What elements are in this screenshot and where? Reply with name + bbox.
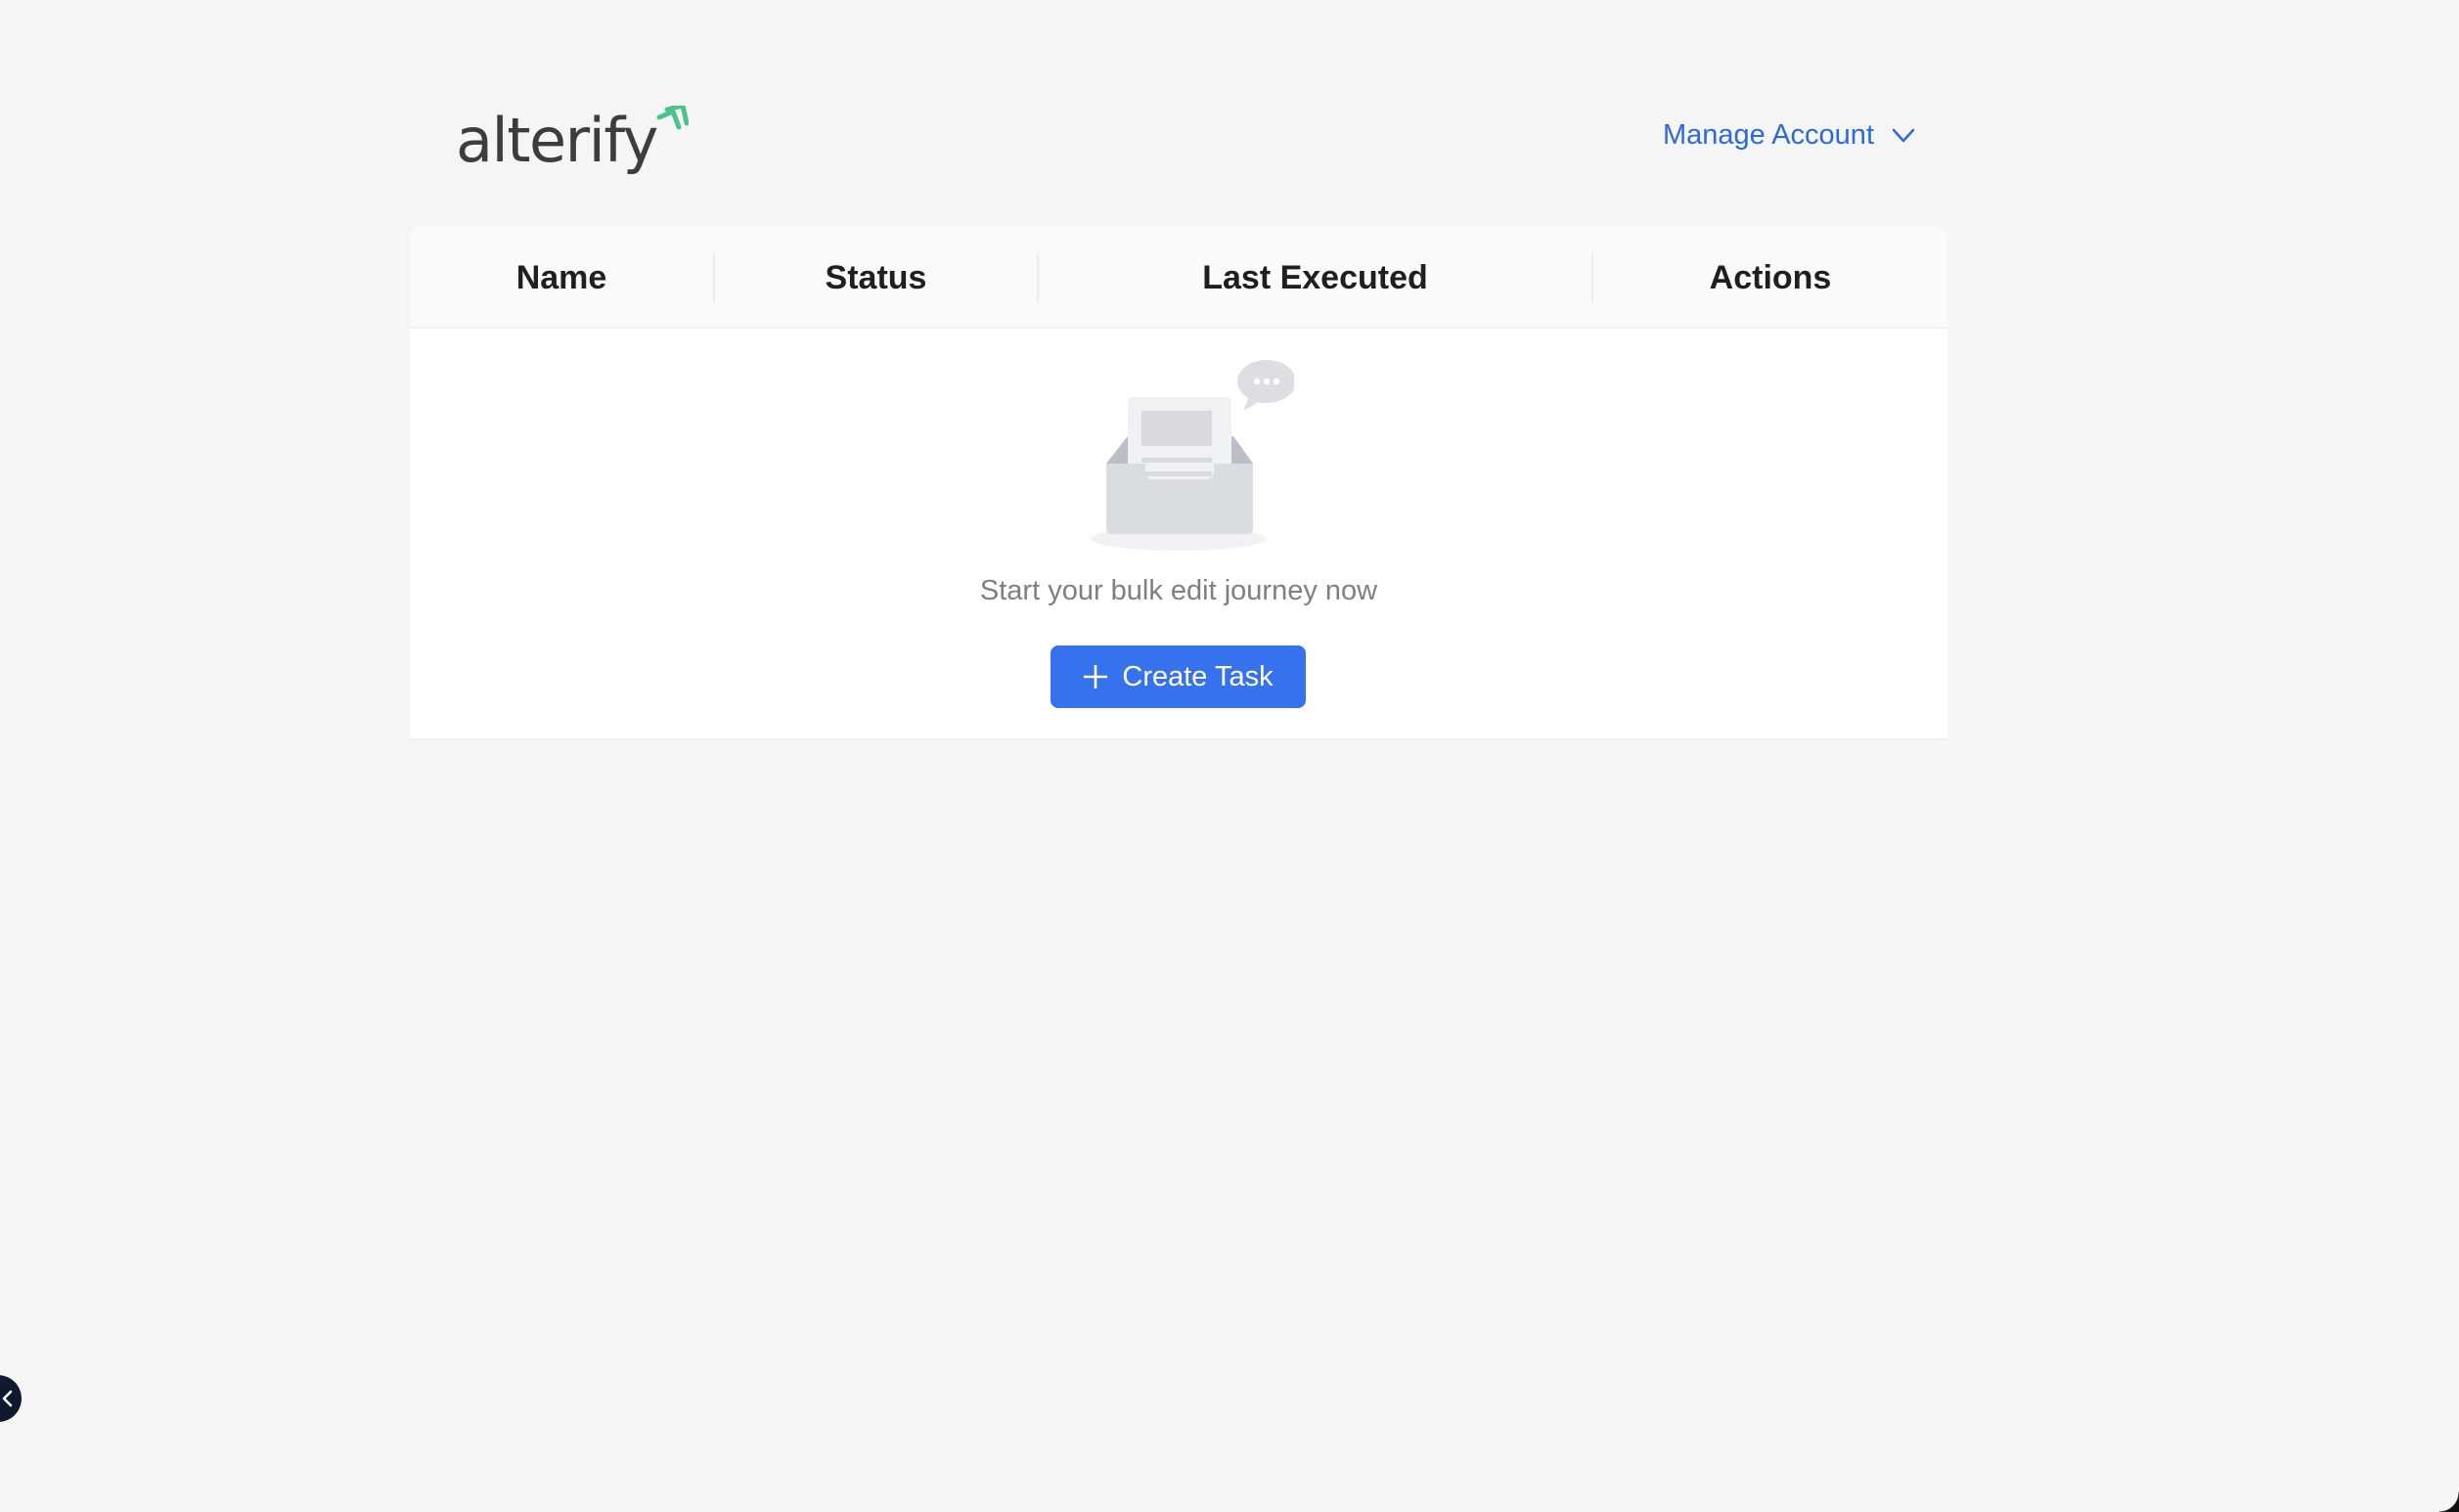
create-task-label: Create Task bbox=[1122, 660, 1274, 692]
column-header-actions[interactable]: Actions bbox=[1593, 227, 1947, 329]
side-panel-toggle[interactable] bbox=[0, 1375, 22, 1422]
page-header: alterify Manage Account bbox=[456, 104, 1915, 176]
create-task-button[interactable]: Create Task bbox=[1051, 645, 1306, 708]
window-corner bbox=[2439, 1492, 2459, 1512]
plus-icon bbox=[1084, 664, 1108, 689]
logo-mark-icon bbox=[656, 106, 689, 130]
column-header-last-executed[interactable]: Last Executed bbox=[1039, 227, 1591, 329]
table-header: Name Status Last Executed Actions bbox=[410, 227, 1947, 329]
chevron-left-icon bbox=[2, 1390, 13, 1407]
chevron-down-icon bbox=[1892, 128, 1915, 142]
tasks-table: Name Status Last Executed Actions Start … bbox=[410, 227, 1947, 740]
empty-state: Start your bulk edit journey now Create … bbox=[410, 329, 1947, 740]
column-header-name[interactable]: Name bbox=[410, 227, 713, 329]
logo-text: alterify bbox=[456, 104, 658, 176]
column-header-status[interactable]: Status bbox=[715, 227, 1037, 329]
alterify-logo[interactable]: alterify bbox=[456, 104, 689, 176]
empty-inbox-icon bbox=[1091, 360, 1294, 551]
empty-state-message: Start your bulk edit journey now bbox=[979, 575, 1378, 606]
manage-account-dropdown[interactable]: Manage Account bbox=[1663, 119, 1915, 152]
manage-account-label: Manage Account bbox=[1662, 119, 1874, 151]
